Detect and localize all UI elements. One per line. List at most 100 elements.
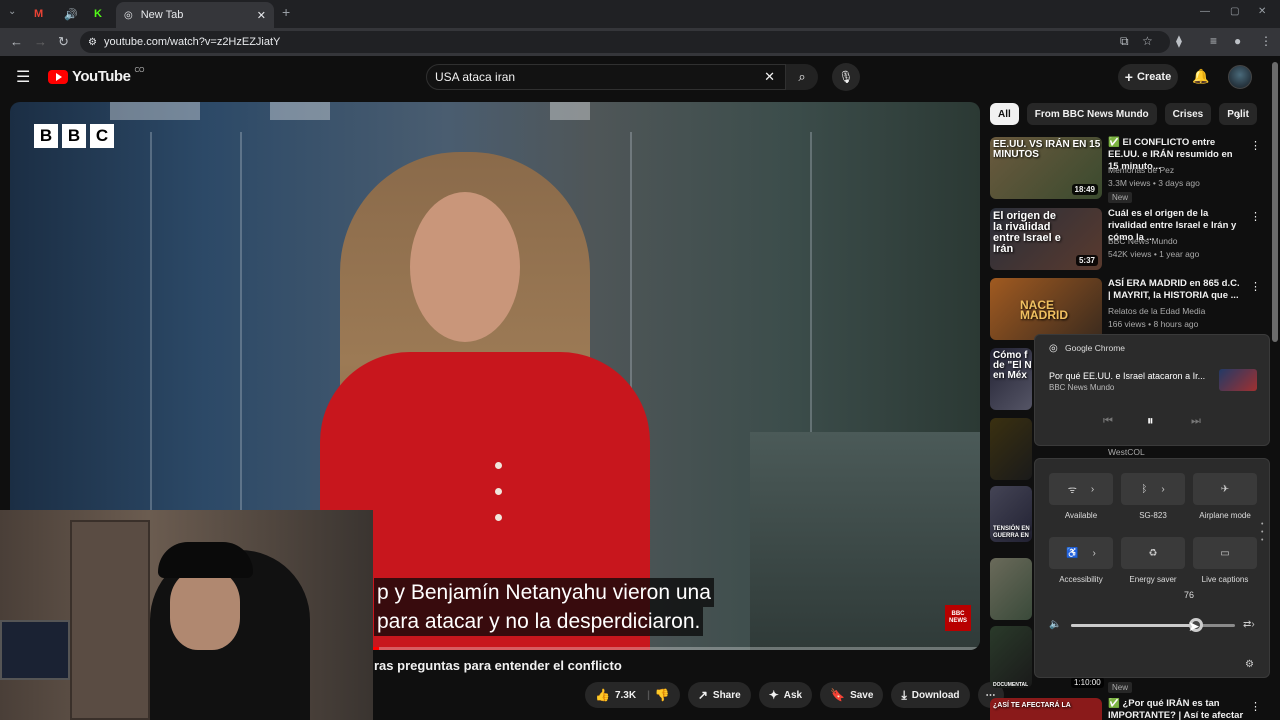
tab-search-icon[interactable]: ⌄ [8,6,16,17]
tile-label: Energy saver [1129,575,1177,584]
close-tab-icon[interactable]: ✕ [257,9,266,22]
channel-name[interactable]: Relatos de la Edad Media [1108,306,1205,316]
tab-gmail[interactable]: M [34,4,43,24]
voice-search-button[interactable]: 🎙 [832,63,860,91]
ask-button[interactable]: ✦ Ask [758,682,813,708]
tab-media-icon[interactable]: ≡ [1210,34,1217,48]
thumbnail[interactable] [990,558,1032,620]
presenter-face [410,192,520,342]
share-button[interactable]: ↗ Share [687,682,751,708]
bluetooth-tile[interactable]: ᛒ › [1121,473,1185,505]
captions-icon: ▭ [1220,547,1230,559]
logo-text: YouTube [72,68,131,85]
avatar[interactable] [1228,65,1252,89]
video-meta: 3.3M views • 3 days ago [1108,178,1200,188]
check-icon: ✅ [1108,137,1123,148]
more-options-icon[interactable]: ⋮ [1250,139,1261,152]
chip-all[interactable]: All [990,103,1019,125]
recommendation-item[interactable]: El origen de la rivalidad entre Israel e… [990,208,1261,272]
search-button[interactable]: ⌕ [786,64,818,90]
hamburger-menu-icon[interactable]: ☰ [16,67,30,87]
settings-gear-icon[interactable]: ⚙ [1245,659,1254,670]
previous-track-icon[interactable]: ⏮ [1103,415,1113,428]
recommendation-item[interactable]: NACE MADRID ASÍ ERA MADRID en 865 d.C. |… [990,278,1261,342]
channel-name[interactable]: BBC News Mundo [1108,236,1177,246]
kick-icon: K [94,8,102,20]
media-subtitle: BBC News Mundo [1049,383,1115,392]
chip-from-bbc[interactable]: From BBC News Mundo [1026,103,1157,125]
create-button[interactable]: + Create [1118,64,1178,90]
share-icon: ↗ [697,688,708,702]
thumbnail[interactable]: Cómo f de "El N en Méx [990,348,1032,410]
tab-title: New Tab [140,9,184,21]
youtube-logo[interactable]: YouTube CO [48,67,144,85]
download-icon: ⤓ [901,687,907,702]
thumbnail[interactable]: DOCUMENTAL [990,626,1032,688]
video-title: ✅ ¿Por qué IRÁN es tan IMPORTANTE? | Así… [1108,698,1244,720]
bbc-news-badge: BBC NEWS [945,605,971,631]
channel-name[interactable]: WestCOL [1108,447,1145,457]
chevron-right-icon[interactable]: › [1093,548,1096,559]
thumbnail[interactable]: El origen de la rivalidad entre Israel e… [990,208,1102,270]
tile-label: Accessibility [1059,575,1103,584]
country-code: CO [134,67,144,74]
chrome-menu-icon[interactable]: ⋮ [1260,34,1272,48]
pause-icon[interactable]: ⏸ [1147,413,1154,429]
thumbnail[interactable]: NACE MADRID [990,278,1102,340]
bookmark-star-icon[interactable]: ☆ [1142,34,1153,48]
video-subtitles: p y Benjamín Netanyahu vieron una para a… [374,578,764,636]
chevron-right-icon[interactable]: › [1236,107,1241,123]
thumbnail[interactable]: EE.UU. VS IRÁN EN 15 MINUTOS 18:49 [990,137,1102,199]
save-button[interactable]: 🔖 Save [820,682,884,708]
airplane-mode-tile[interactable]: ✈ [1193,473,1257,505]
address-bar[interactable]: ⚙ youtube.com/watch?v=z2HzEZJiatY [80,31,1170,53]
download-button[interactable]: ⤓ Download [891,682,970,708]
audio-output-icon[interactable]: ⇄› [1243,619,1255,630]
search-input[interactable]: USA ataca iran ✕ [426,64,786,90]
wifi-tile[interactable]: ᯤ › [1049,473,1113,505]
accessibility-tile[interactable]: ♿ › [1049,537,1113,569]
back-button[interactable]: ← [10,34,23,49]
site-info-icon[interactable]: ⚙ [88,37,97,48]
notifications-bell-icon[interactable]: 🔔 [1192,68,1209,85]
page-scrollbar[interactable] [1272,62,1278,342]
thumbnail[interactable]: ¿ASÍ TE AFECTARÁ LA [990,698,1102,720]
chevron-right-icon[interactable]: › [1091,484,1094,495]
forward-button[interactable]: → [34,34,47,49]
recommendation-item[interactable]: EE.UU. VS IRÁN EN 15 MINUTOS 18:49 ✅ El … [990,137,1261,203]
chip-crises[interactable]: Crises [1164,103,1212,125]
more-options-icon[interactable]: ⋮ [1250,280,1261,293]
volume-slider[interactable] [1071,618,1235,632]
reload-button[interactable]: ↻ [58,34,69,50]
thumbnail[interactable] [990,418,1032,480]
video-duration: 5:37 [1075,255,1098,266]
tab-youtube[interactable]: 🔊 [64,4,78,24]
more-options-icon[interactable]: ⋮ [1250,210,1261,223]
chrome-icon: ◎ [1049,343,1058,354]
chrome-icon: ◎ [124,9,133,21]
next-track-icon[interactable]: ⏭ [1191,415,1201,428]
close-window-button[interactable]: ✕ [1258,6,1266,17]
maximize-button[interactable]: ▢ [1230,6,1239,17]
thumbs-down-icon[interactable]: 👎 [655,688,670,702]
new-tab-button[interactable]: + [282,4,290,20]
tab-new-tab[interactable]: ◎ New Tab ✕ [116,2,274,28]
more-options-icon[interactable]: ⋮ [1250,700,1261,713]
energy-saver-tile[interactable]: ♻ [1121,537,1185,569]
video-meta: 542K views • 1 year ago [1108,249,1200,259]
tile-label: Airplane mode [1199,511,1251,520]
like-button[interactable]: 👍 7.3K | 👎 [585,682,680,708]
speaker-icon[interactable]: 🔈 [1049,619,1061,630]
live-captions-tile[interactable]: ▭ [1193,537,1257,569]
chevron-right-icon[interactable]: › [1161,484,1164,495]
clear-search-icon[interactable]: ✕ [764,69,775,85]
extensions-icon[interactable]: ⧫ [1176,34,1182,48]
minimize-button[interactable]: — [1200,6,1210,17]
install-app-icon[interactable]: ⧉ [1120,34,1129,49]
channel-name[interactable]: Memorias de Pez [1108,165,1174,175]
page-dots-icon[interactable]: • • • [1261,521,1263,545]
tab-kick[interactable]: K [94,4,102,24]
thumbnail[interactable]: TENSIÓN EN GUERRA EN [990,486,1032,542]
ceiling-light [550,102,590,120]
profile-icon[interactable]: ● [1234,34,1241,48]
